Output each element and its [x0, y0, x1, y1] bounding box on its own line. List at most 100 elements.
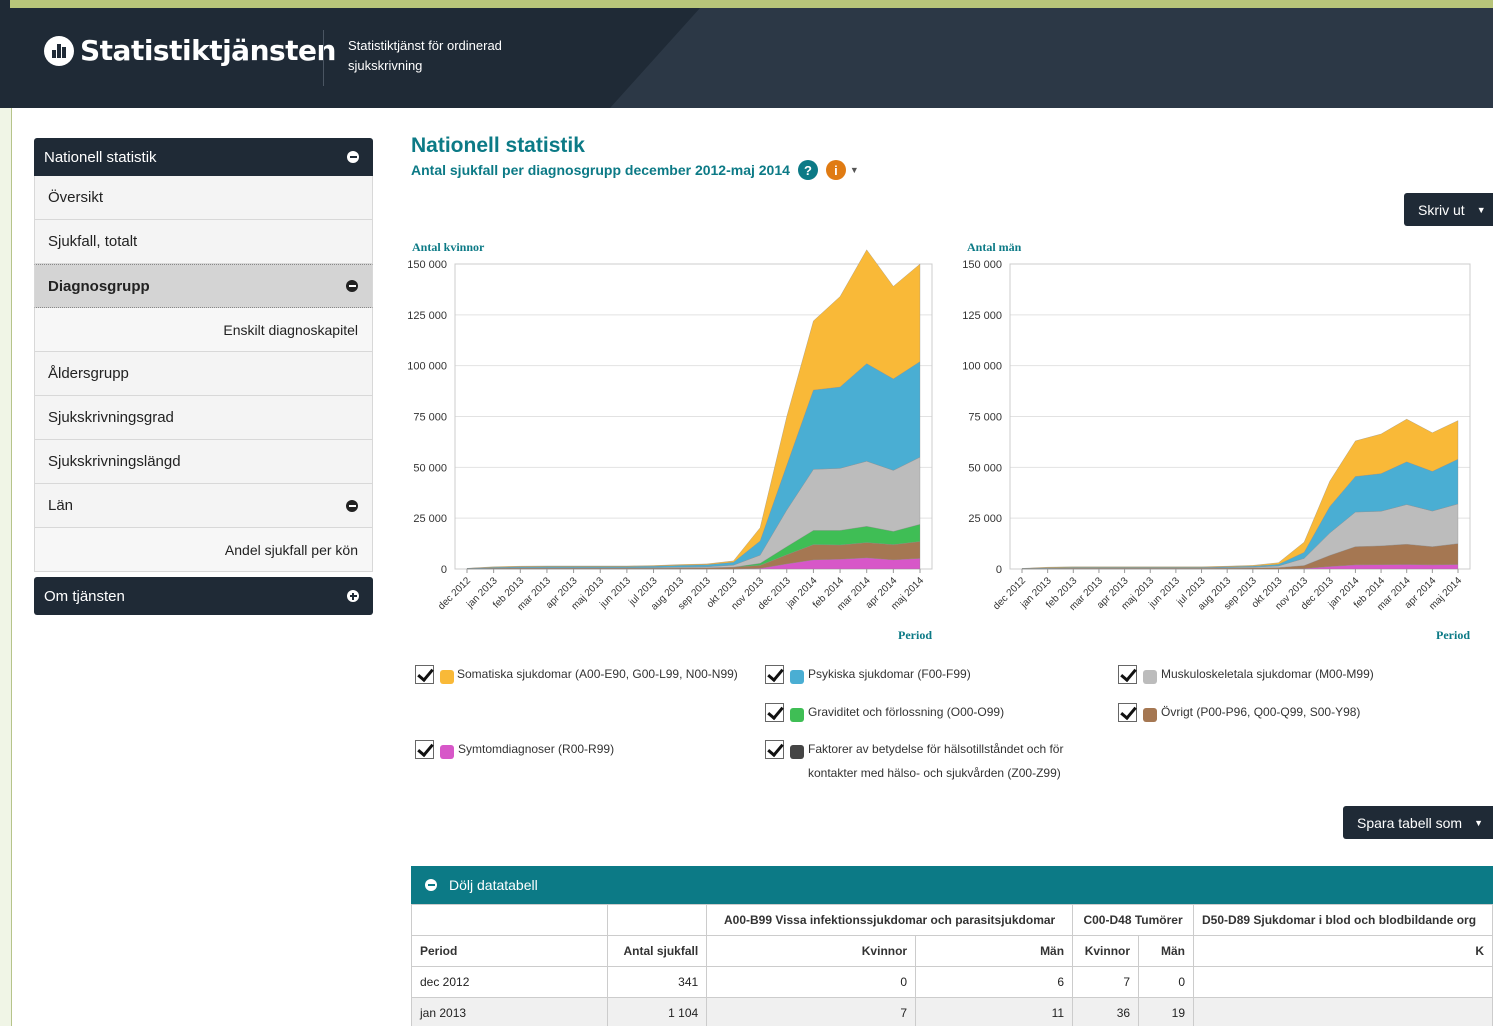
- collapse-icon[interactable]: [347, 151, 359, 163]
- y-tick-label: 25 000: [968, 513, 1002, 525]
- checkbox[interactable]: [765, 703, 784, 722]
- column-header[interactable]: Män: [1138, 935, 1195, 967]
- sidebar-item-aldersgrupp[interactable]: Åldersgrupp: [34, 352, 373, 396]
- table-cell: dec 2012: [410, 966, 609, 998]
- column-header[interactable]: Män: [915, 935, 1074, 967]
- sidebar-item-sjukskrivningsgrad[interactable]: Sjukskrivningsgrad: [34, 396, 373, 440]
- table-group-header: [410, 904, 609, 936]
- legend-item[interactable]: Muskuloskeletala sjukdomar (M00-M99): [1118, 662, 1478, 686]
- toggle-datatable[interactable]: Dölj datatabell: [411, 866, 1493, 904]
- chart-title: Antal kvinnor: [412, 240, 485, 254]
- checkbox[interactable]: [415, 740, 434, 759]
- page-title: Nationell statistik: [411, 134, 585, 157]
- y-tick-label: 150 000: [407, 259, 447, 271]
- table-cell: [1193, 966, 1493, 998]
- save-table-button[interactable]: Spara tabell som ▼: [1343, 806, 1493, 839]
- table-row: jan 2013 1 104 7 11 36 19: [410, 997, 1493, 1026]
- logo-icon: [44, 35, 74, 66]
- y-tick-label: 125 000: [407, 310, 447, 322]
- y-tick-label: 0: [996, 564, 1002, 576]
- expand-icon[interactable]: [347, 590, 359, 602]
- table-cell: 6: [915, 966, 1074, 998]
- sidebar-section-nationell[interactable]: Nationell statistik: [34, 138, 373, 176]
- legend-swatch: [1143, 670, 1157, 684]
- sidebar-item-lan[interactable]: Län: [34, 484, 373, 528]
- y-tick-label: 50 000: [968, 462, 1002, 474]
- data-table: A00-B99 Vissa infektionssjukdomar och pa…: [410, 904, 1493, 1026]
- x-axis-label: Period: [898, 628, 932, 642]
- y-tick-label: 125 000: [962, 310, 1002, 322]
- collapse-icon[interactable]: [425, 879, 437, 891]
- table-group-header: [607, 904, 708, 936]
- table-cell: 1 104: [607, 997, 708, 1026]
- legend-label: Övrigt (P00-P96, Q00-Q99, S00-Y98): [1161, 705, 1361, 719]
- chevron-down-icon: ▼: [1476, 204, 1486, 215]
- legend-swatch: [790, 708, 804, 722]
- table-group-header: D50-D89 Sjukdomar i blod och blodbildand…: [1193, 904, 1493, 936]
- checkbox[interactable]: [415, 665, 434, 684]
- table-cell: 0: [706, 966, 917, 998]
- sidebar-section-title: Om tjänsten: [44, 587, 125, 605]
- collapse-icon[interactable]: [346, 280, 358, 292]
- table-cell: [1193, 997, 1493, 1026]
- checkbox[interactable]: [765, 740, 784, 759]
- legend-swatch: [790, 670, 804, 684]
- collapse-icon[interactable]: [346, 499, 358, 512]
- checkbox[interactable]: [765, 665, 784, 684]
- toggle-datatable-label: Dölj datatabell: [449, 877, 538, 893]
- chevron-down-icon[interactable]: ▼: [850, 165, 859, 175]
- page-frame: [0, 108, 12, 1026]
- sidebar-section-om-tjansten[interactable]: Om tjänsten: [34, 577, 373, 615]
- sidebar-item-sjukfall-totalt[interactable]: Sjukfall, totalt: [34, 220, 373, 264]
- sidebar-item-enskilt-diagnoskapitel[interactable]: Enskilt diagnoskapitel: [34, 308, 373, 352]
- sidebar-section-title: Nationell statistik: [44, 148, 157, 166]
- sidebar-item-label: Sjukskrivningsgrad: [48, 409, 174, 426]
- legend-label: Graviditet och förlossning (O00-O99): [808, 705, 1005, 719]
- info-icon[interactable]: i: [825, 160, 846, 180]
- column-header[interactable]: Antal sjukfall: [607, 935, 708, 967]
- sidebar-item-label: Diagnosgrupp: [48, 277, 150, 295]
- legend-item[interactable]: Övrigt (P00-P96, Q00-Q99, S00-Y98): [1118, 700, 1478, 724]
- legend-item[interactable]: Faktorer av betydelse för hälsotillstånd…: [765, 737, 1105, 785]
- sidebar-item-oversikt[interactable]: Översikt: [34, 176, 373, 220]
- save-table-label: Spara tabell som: [1357, 814, 1463, 831]
- header: Statistiktjänsten Statistiktjänst för or…: [0, 0, 1493, 108]
- y-tick-label: 50 000: [413, 462, 447, 474]
- chart-men: Antal män 0 25 000 50 000 75 000 100 000 125 0…: [962, 240, 1471, 642]
- y-tick-label: 100 000: [962, 361, 1002, 373]
- legend-swatch: [790, 745, 804, 759]
- sidebar-item-label: Andel sjukfall per kön: [224, 541, 358, 558]
- legend-item[interactable]: Graviditet och förlossning (O00-O99): [765, 700, 1085, 724]
- logo[interactable]: Statistiktjänsten: [44, 34, 336, 67]
- help-icon[interactable]: ?: [797, 160, 818, 180]
- header-accent-line: [10, 0, 1493, 8]
- column-header[interactable]: K: [1193, 935, 1493, 967]
- chart-heading: Antal sjukfall per diagnosgrupp december…: [411, 162, 790, 178]
- column-header[interactable]: Kvinnor: [706, 935, 917, 967]
- sidebar-item-andel-sjukfall-per-kon[interactable]: Andel sjukfall per kön: [34, 528, 373, 572]
- y-tick-label: 25 000: [413, 513, 447, 525]
- legend-swatch: [1143, 708, 1157, 722]
- legend-label: Muskuloskeletala sjukdomar (M00-M99): [1161, 667, 1374, 681]
- sidebar-item-label: Sjukskrivningslängd: [48, 453, 181, 470]
- table-group-header: A00-B99 Vissa infektionssjukdomar och pa…: [706, 904, 1074, 936]
- data-table-panel: Dölj datatabell A00-B99 Vissa infektions…: [410, 866, 1493, 1026]
- header-divider: [323, 30, 324, 86]
- legend-label: Symtomdiagnoser (R00-R99): [458, 742, 615, 756]
- legend-item[interactable]: Psykiska sjukdomar (F00-F99): [765, 662, 1085, 686]
- sidebar-item-sjukskrivningslangd[interactable]: Sjukskrivningslängd: [34, 440, 373, 484]
- chart-legend: Somatiska sjukdomar (A00-E90, G00-L99, N…: [411, 662, 1493, 792]
- checkbox[interactable]: [1118, 703, 1137, 722]
- legend-label: Faktorer av betydelse för hälsotillstånd…: [808, 742, 1064, 780]
- table-cell: jan 2013: [410, 997, 609, 1026]
- legend-item[interactable]: Somatiska sjukdomar (A00-E90, G00-L99, N…: [415, 662, 745, 686]
- print-button[interactable]: Skriv ut ▼: [1404, 193, 1493, 226]
- sidebar-item-diagnosgrupp[interactable]: Diagnosgrupp: [34, 264, 373, 308]
- legend-swatch: [440, 670, 454, 684]
- legend-item[interactable]: Symtomdiagnoser (R00-R99): [415, 737, 745, 761]
- column-header[interactable]: Kvinnor: [1072, 935, 1140, 967]
- checkbox[interactable]: [1118, 665, 1137, 684]
- column-header[interactable]: Period: [410, 935, 609, 967]
- table-cell: 11: [915, 997, 1074, 1026]
- y-tick-label: 75 000: [968, 412, 1002, 424]
